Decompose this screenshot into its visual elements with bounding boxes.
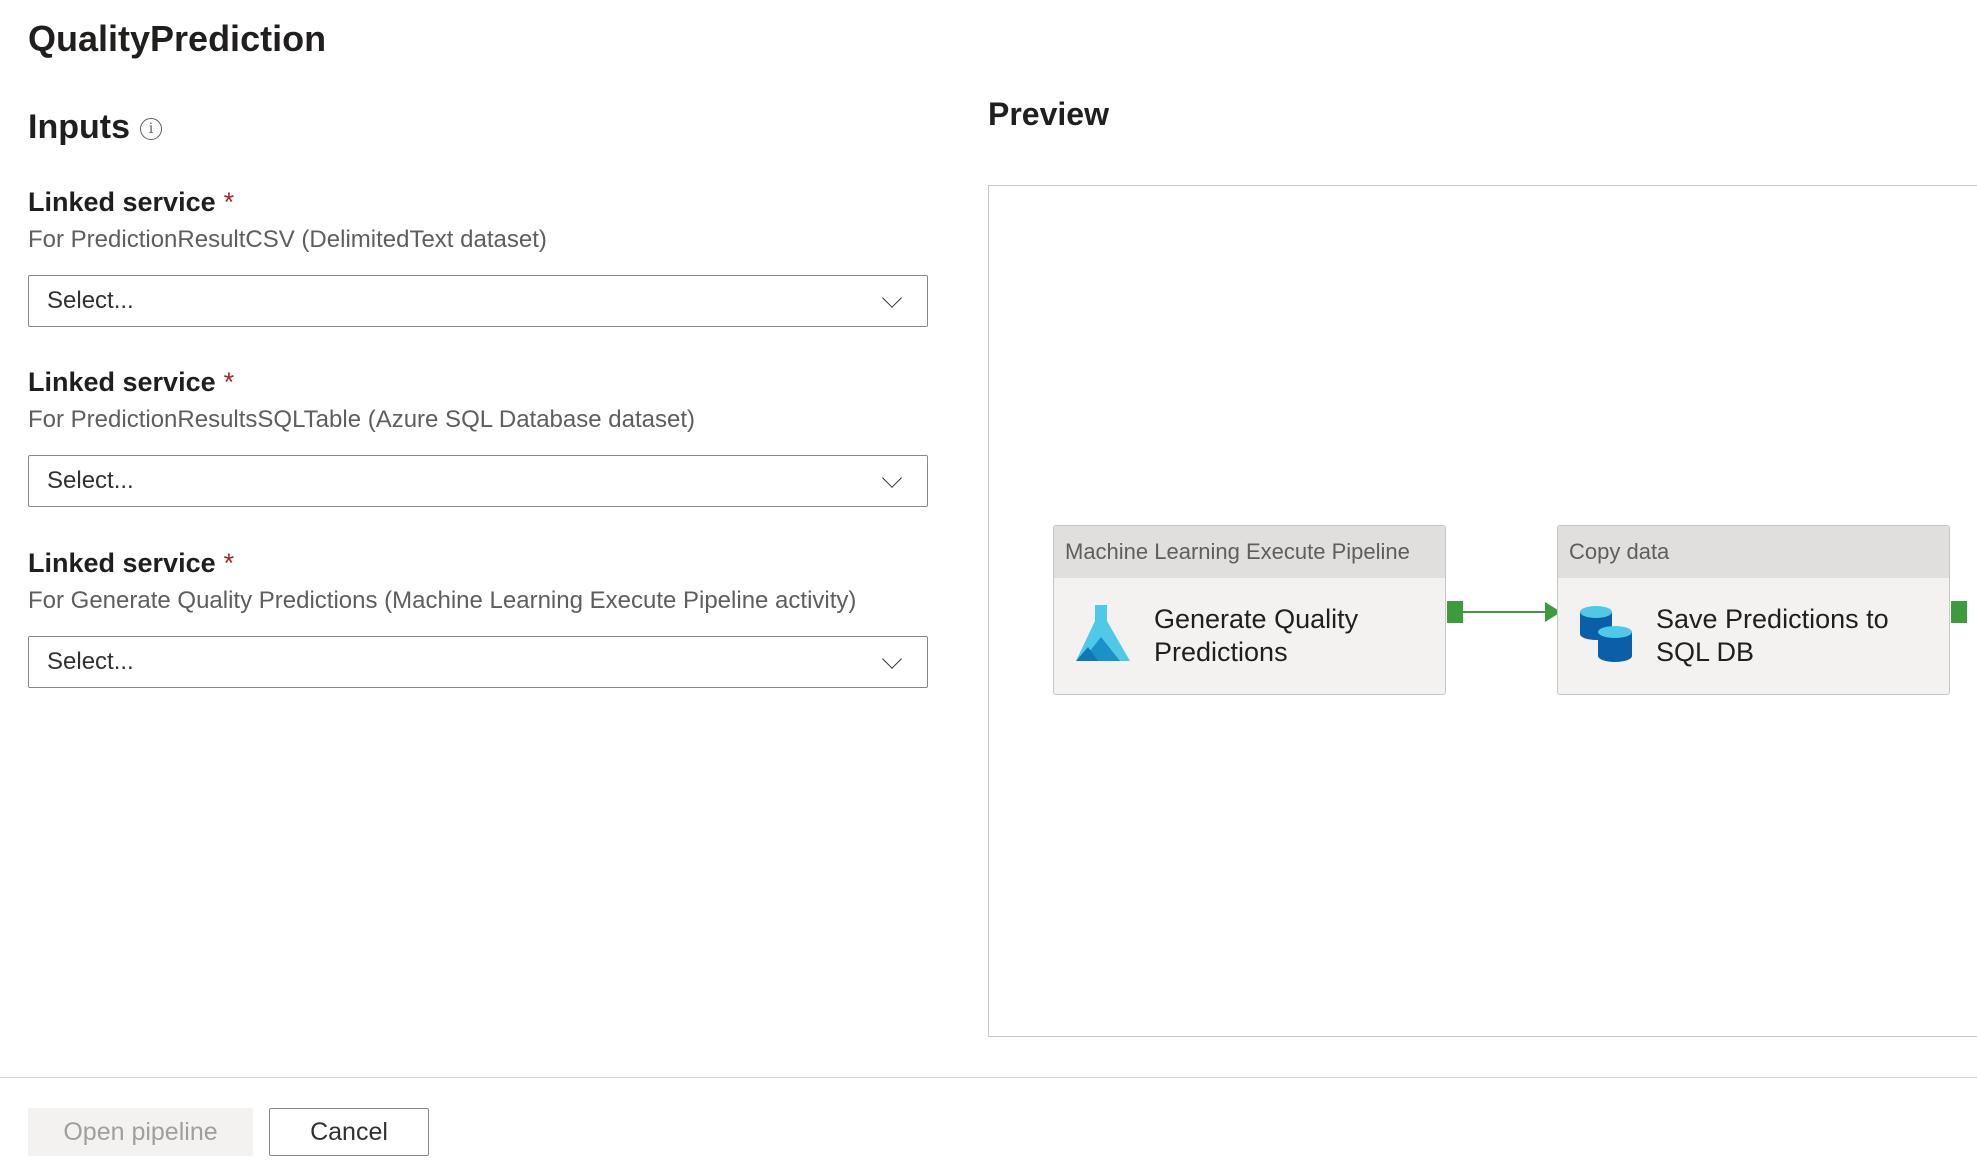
output-port[interactable]: [1447, 601, 1463, 623]
output-port[interactable]: [1951, 601, 1967, 623]
activity-type-label: Copy data: [1558, 526, 1949, 578]
field-description: For Generate Quality Predictions (Machin…: [28, 587, 857, 615]
template-dialog: QualityPrediction Inputs i Linked servic…: [0, 0, 1977, 1175]
linked-service-dropdown-csv[interactable]: Select...: [28, 274, 928, 327]
machine-learning-flask-icon: [1074, 603, 1132, 670]
required-marker: *: [223, 548, 235, 578]
preview-canvas: Machine Learning Execute Pipeline Genera…: [988, 185, 1977, 1037]
connector-line: [1463, 611, 1549, 613]
chevron-down-icon: [882, 648, 902, 669]
cancel-button[interactable]: Cancel: [269, 1108, 429, 1156]
open-pipeline-button[interactable]: Open pipeline: [28, 1108, 253, 1156]
chevron-down-icon: [882, 467, 902, 488]
sql-database-icon: [1578, 604, 1634, 669]
info-icon[interactable]: i: [139, 117, 162, 140]
activity-name-line2: Predictions: [1154, 637, 1288, 667]
activity-node-ml-pipeline[interactable]: Machine Learning Execute Pipeline Genera…: [1053, 525, 1446, 695]
linked-service-field-ml: Linked service * For Generate Quality Pr…: [28, 547, 928, 688]
page-title: QualityPrediction: [28, 18, 327, 59]
linked-service-field-csv: Linked service * For PredictionResultCSV…: [28, 186, 928, 327]
inputs-heading: Inputs i: [28, 108, 162, 147]
field-label-text: Linked service: [28, 548, 216, 578]
field-label-text: Linked service: [28, 367, 216, 397]
field-label-text: Linked service: [28, 187, 216, 217]
activity-node-copy-data[interactable]: Copy data Save Predictions to SQL DB: [1557, 525, 1950, 695]
inputs-heading-label: Inputs: [28, 108, 130, 146]
linked-service-dropdown-sql[interactable]: Select...: [28, 454, 928, 507]
field-label: Linked service *: [28, 366, 928, 398]
activity-name: Generate Quality Predictions: [1154, 603, 1358, 669]
dropdown-placeholder: Select...: [47, 286, 134, 314]
activity-type-label: Machine Learning Execute Pipeline: [1054, 526, 1445, 578]
dropdown-placeholder: Select...: [47, 466, 134, 494]
preview-heading: Preview: [988, 96, 1109, 132]
field-description: For PredictionResultCSV (DelimitedText d…: [28, 226, 547, 254]
footer-divider: [0, 1077, 1977, 1078]
field-label: Linked service *: [28, 186, 928, 218]
activity-name-line2: SQL DB: [1656, 637, 1755, 667]
linked-service-dropdown-ml[interactable]: Select...: [28, 635, 928, 688]
field-label: Linked service *: [28, 547, 928, 579]
chevron-down-icon: [882, 287, 902, 308]
required-marker: *: [223, 367, 235, 397]
activity-name-line1: Save Predictions to: [1656, 604, 1889, 635]
field-description: For PredictionResultsSQLTable (Azure SQL…: [28, 406, 695, 434]
activity-node-body: Save Predictions to SQL DB: [1558, 578, 1949, 694]
activity-node-body: Generate Quality Predictions: [1054, 578, 1445, 694]
required-marker: *: [223, 187, 235, 217]
linked-service-field-sql: Linked service * For PredictionResultsSQ…: [28, 366, 928, 507]
dropdown-placeholder: Select...: [47, 647, 134, 675]
activity-name: Save Predictions to SQL DB: [1656, 603, 1889, 669]
activity-name-line1: Generate Quality: [1154, 604, 1359, 635]
